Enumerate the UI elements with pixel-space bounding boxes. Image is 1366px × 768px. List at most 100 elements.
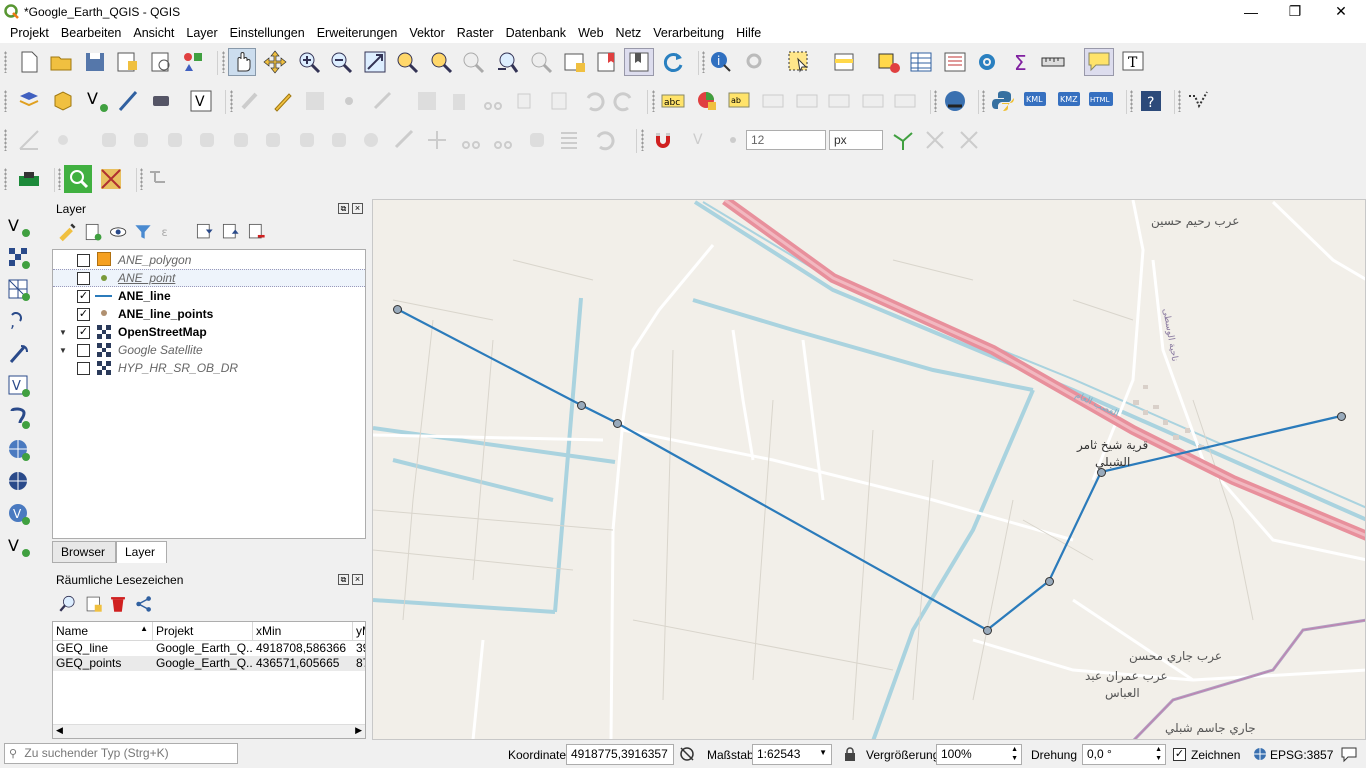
snapping-unit-select[interactable]: px (829, 130, 883, 150)
horizontal-scrollbar[interactable]: ◀ ▶ (53, 724, 365, 738)
map-tips-icon[interactable] (1086, 49, 1112, 75)
measure-icon[interactable] (1040, 49, 1066, 75)
help-icon[interactable]: ? (1138, 88, 1164, 114)
add-spatialite-icon[interactable] (6, 341, 32, 367)
attribute-table-icon[interactable] (908, 49, 934, 75)
line-vertex[interactable] (983, 626, 992, 635)
open-layer-icon[interactable] (16, 166, 42, 192)
text-annotation-icon[interactable]: T (1120, 49, 1146, 75)
minimize-button[interactable]: — (1228, 0, 1274, 23)
layer-checkbox[interactable]: ✓ (77, 307, 90, 321)
column-header-name[interactable]: Name ▲ (53, 622, 153, 641)
magnifier-input[interactable]: 100% ▲ ▼ (936, 744, 1022, 765)
expand-all-icon[interactable] (194, 221, 216, 243)
kml-import-icon[interactable]: KML (1022, 88, 1048, 114)
select-features-icon[interactable] (786, 49, 812, 75)
style-manager-icon[interactable] (180, 49, 206, 75)
kmz-import-icon[interactable]: KMZ (1056, 88, 1082, 114)
new-geopackage-icon[interactable] (50, 88, 76, 114)
layer-item[interactable]: ✓ ANE_line_points (53, 305, 365, 323)
add-wms-layer-icon[interactable] (6, 437, 32, 463)
crs-globe-icon[interactable] (1252, 746, 1268, 762)
share-bookmark-icon[interactable] (134, 594, 154, 614)
vertex-editor-icon[interactable] (1186, 88, 1212, 114)
toggle-editing-icon[interactable] (270, 88, 296, 114)
add-virtual-layer-icon[interactable]: V (6, 373, 32, 399)
add-vector-layer-icon[interactable]: V (6, 213, 32, 239)
layer-checkbox[interactable] (77, 271, 90, 285)
layer-item[interactable]: ✓ ANE_line (53, 287, 365, 305)
identify-icon[interactable]: i (708, 49, 734, 75)
zoom-out-icon[interactable] (328, 49, 354, 75)
zoom-last-icon[interactable] (494, 49, 520, 75)
layer-checkbox[interactable]: ✓ (77, 325, 90, 339)
scroll-left-icon[interactable]: ◀ (56, 725, 63, 736)
pan-hand-icon[interactable] (230, 49, 256, 75)
layer-checkbox[interactable] (77, 361, 90, 375)
pan-to-selection-icon[interactable] (262, 49, 288, 75)
spin-arrows-icon[interactable]: ▲ ▼ (1155, 745, 1162, 763)
add-postgis-icon[interactable] (6, 405, 32, 431)
globe-plugin-icon[interactable] (942, 88, 968, 114)
menu-web[interactable]: Web (572, 26, 609, 40)
crs-label[interactable]: EPSG:3857 (1270, 748, 1333, 762)
table-cell[interactable]: 39 (353, 641, 365, 656)
topological-editing-icon[interactable] (890, 127, 916, 153)
menu-raster[interactable]: Raster (451, 26, 500, 40)
menu-datenbank[interactable]: Datenbank (500, 26, 572, 40)
menu-erweiterungen[interactable]: Erweiterungen (311, 26, 404, 40)
line-vertex[interactable] (577, 401, 586, 410)
expand-arrow-icon[interactable]: ▼ (59, 328, 67, 337)
data-source-manager-icon[interactable] (16, 88, 42, 114)
layer-item[interactable]: ANE_point (53, 269, 365, 287)
menu-layer[interactable]: Layer (180, 26, 223, 40)
table-cell[interactable]: 436571,605665 (253, 656, 353, 671)
coordinate-toggle-icon[interactable] (678, 745, 696, 763)
layer-checkbox[interactable]: ✓ (77, 289, 90, 303)
table-cell[interactable]: 87 (353, 656, 365, 671)
layer-labeling-icon[interactable]: ab (726, 88, 752, 114)
close-panel-button[interactable]: × (352, 203, 363, 214)
map-canvas[interactable]: عرب رحيم حسين قرية شيخ ثامر الشبلي عرب ج… (372, 199, 1366, 740)
menu-bearbeiten[interactable]: Bearbeiten (55, 26, 127, 40)
menu-verarbeitung[interactable]: Verarbeitung (647, 26, 730, 40)
quick-osm-icon[interactable] (98, 166, 124, 192)
create-layer-icon[interactable]: V (188, 88, 214, 114)
new-virtual-layer-icon[interactable] (148, 88, 174, 114)
scroll-right-icon[interactable]: ▶ (355, 725, 362, 736)
snapping-tolerance-input[interactable]: 12 (746, 130, 826, 150)
menu-projekt[interactable]: Projekt (4, 26, 55, 40)
maximize-button[interactable]: ❐ (1272, 0, 1318, 23)
table-cell[interactable]: Google_Earth_Q... (153, 656, 253, 671)
column-header-projekt[interactable]: Projekt (153, 622, 253, 641)
field-calculator-icon[interactable] (942, 49, 968, 75)
tab-browser[interactable]: Browser (52, 541, 116, 563)
new-print-layout-icon[interactable] (114, 49, 140, 75)
lock-icon[interactable] (842, 746, 858, 762)
menu-netz[interactable]: Netz (610, 26, 648, 40)
add-bookmark-icon[interactable] (84, 594, 104, 614)
manage-visibility-icon[interactable] (108, 221, 130, 243)
tab-layer[interactable]: Layer (116, 541, 167, 563)
locate-search-icon[interactable] (65, 166, 91, 192)
line-vertex[interactable] (1337, 412, 1346, 421)
close-panel-button[interactable]: × (352, 574, 363, 585)
scale-select[interactable]: 1:62543 ▼ (752, 744, 832, 765)
coordinate-input[interactable]: 4918775,3916357 (566, 744, 674, 765)
column-header-xmin[interactable]: xMin (253, 622, 353, 641)
diagram-icon[interactable] (694, 88, 720, 114)
new-shapefile-icon[interactable]: V (84, 88, 110, 114)
spin-arrows-icon[interactable]: ▲ ▼ (1011, 745, 1018, 763)
table-cell[interactable]: 4918708,586366 (253, 641, 353, 656)
float-panel-button[interactable]: ⧉ (338, 203, 349, 214)
table-cell[interactable]: GEQ_line (53, 641, 153, 656)
line-vertex[interactable] (393, 305, 402, 314)
add-arcgis-layer-icon[interactable]: V (6, 501, 32, 527)
menu-vektor[interactable]: Vektor (403, 26, 450, 40)
render-checkbox[interactable]: ✓ (1173, 748, 1186, 761)
zoom-to-bookmark-icon[interactable] (58, 594, 78, 614)
add-wfs-layer-icon[interactable] (6, 469, 32, 495)
html-export-icon[interactable]: HTML (1088, 88, 1114, 114)
layer-item[interactable]: ▼ Google Satellite (53, 341, 365, 359)
python-console-icon[interactable] (990, 88, 1016, 114)
